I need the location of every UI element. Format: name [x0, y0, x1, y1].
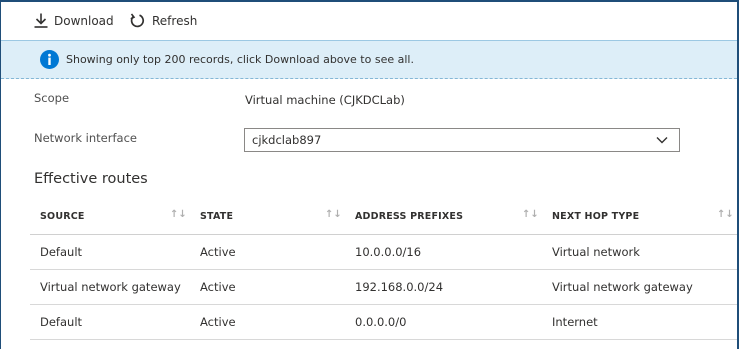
download-icon — [34, 13, 48, 28]
refresh-label: Refresh — [152, 13, 198, 28]
cell-next-hop-type: Virtual network — [542, 234, 737, 270]
sort-icon: ↑↓ — [522, 209, 539, 220]
download-label: Download — [54, 13, 114, 28]
network-interface-selected: cjkdclab897 — [252, 133, 322, 147]
effective-routes-table: SOURCE ↑↓ STATE ↑↓ ADDRESS PREFIXES ↑↓ NEXT… — [30, 198, 737, 340]
cell-state: Active — [190, 269, 345, 305]
refresh-button[interactable]: Refresh — [130, 13, 197, 28]
sort-icon: ↑↓ — [170, 209, 187, 220]
info-banner: Showing only top 200 records, click Down… — [1, 40, 737, 79]
sort-icon: ↑↓ — [325, 209, 342, 220]
info-icon — [40, 50, 59, 69]
command-bar: Download Refresh — [0, 2, 737, 40]
cell-address-prefix: 192.168.0.0/24 — [345, 269, 542, 305]
effective-routes-title: Effective routes — [34, 171, 148, 187]
cell-address-prefix: 0.0.0.0/0 — [345, 304, 542, 340]
sort-icon: ↑↓ — [717, 209, 734, 220]
column-header-address-prefixes[interactable]: ADDRESS PREFIXES ↑↓ — [345, 198, 542, 235]
cell-source: Default — [30, 234, 190, 270]
column-header-state[interactable]: STATE ↑↓ — [190, 198, 345, 235]
scope-value: Virtual machine (CJKDCLab) — [245, 93, 405, 107]
network-interface-label: Network interface — [34, 131, 137, 145]
network-interface-dropdown[interactable]: cjkdclab897 — [244, 128, 680, 152]
column-header-source[interactable]: SOURCE ↑↓ — [30, 198, 190, 235]
table-header-row: SOURCE ↑↓ STATE ↑↓ ADDRESS PREFIXES ↑↓ NEXT… — [30, 198, 737, 235]
banner-message: Showing only top 200 records, click Down… — [66, 53, 414, 66]
chevron-down-icon — [656, 137, 668, 144]
download-button[interactable]: Download — [34, 13, 114, 28]
cell-next-hop-type: Internet — [542, 304, 737, 340]
table-row: Virtual network gateway Active 192.168.0… — [30, 269, 737, 305]
column-header-next-hop-type[interactable]: NEXT HOP TYPE ↑↓ — [542, 198, 737, 235]
cell-state: Active — [190, 234, 345, 270]
cell-source: Default — [30, 304, 190, 340]
refresh-icon — [130, 13, 144, 28]
cell-address-prefix: 10.0.0.0/16 — [345, 234, 542, 270]
table-row: Default Active 0.0.0.0/0 Internet — [30, 304, 737, 340]
table-row: Default Active 10.0.0.0/16 Virtual netwo… — [30, 234, 737, 270]
cell-next-hop-type: Virtual network gateway — [542, 269, 737, 305]
cell-source: Virtual network gateway — [30, 269, 190, 305]
cell-state: Active — [190, 304, 345, 340]
scope-label: Scope — [34, 91, 70, 105]
